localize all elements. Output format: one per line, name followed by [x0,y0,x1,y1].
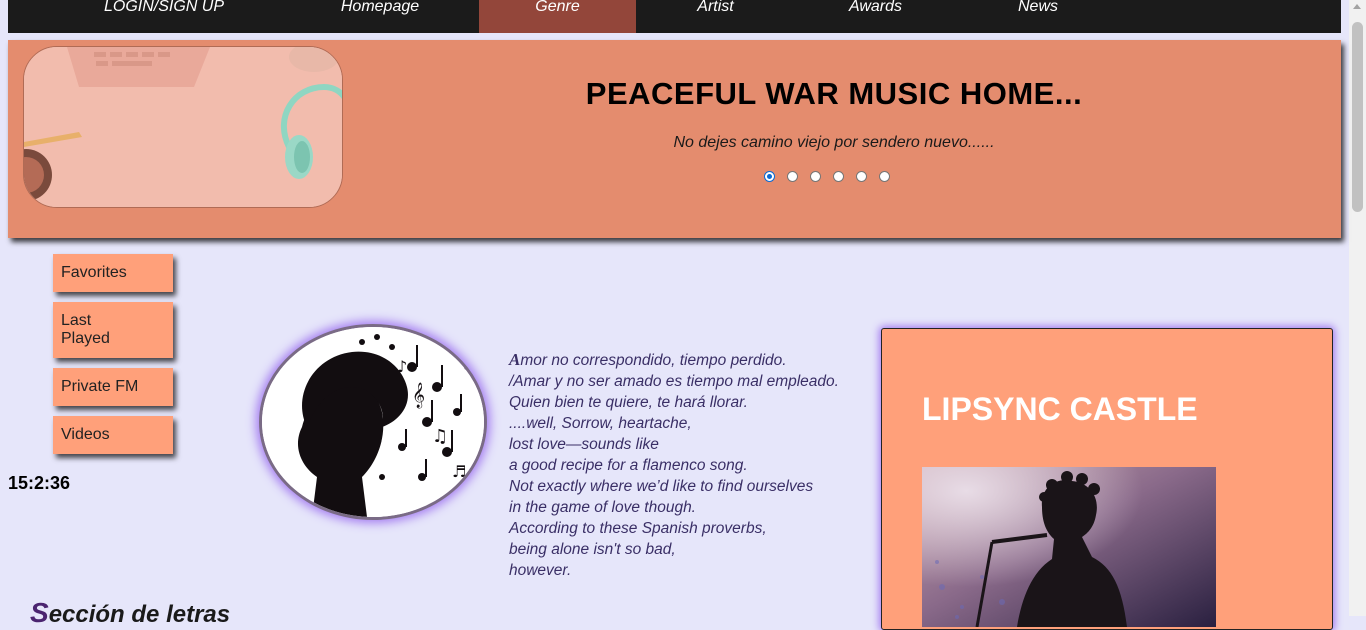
lipsync-castle-card: LIPSYNC CASTLE [881,328,1333,630]
hero-title: PEACEFUL WAR MUSIC HOME... [585,76,1083,111]
slide-radio-group [764,171,890,185]
svg-text:♫: ♫ [432,426,448,447]
scroll-thumb[interactable] [1352,22,1363,212]
nav-awards[interactable]: Awards [823,0,928,33]
singer-concert-illustration [922,467,1216,627]
sidebar-item-favorites[interactable]: Favorites [53,254,173,292]
nav-homepage[interactable]: Homepage [322,0,438,33]
sidebar-item-label: Favorites [61,264,127,281]
sidebar-item-label: Last Played [61,312,110,347]
sidebar-item-last-played[interactable]: Last Played [53,302,173,358]
poem-line: lost love—sounds like [509,436,659,453]
sidebar-item-label: Private FM [61,378,139,395]
nav-news[interactable]: News [993,0,1083,33]
sidebar-item-videos[interactable]: Videos [53,416,173,454]
scroll-up-arrow-icon[interactable] [1353,4,1361,9]
slide-radio-3[interactable] [810,171,821,182]
svg-text:𝄞: 𝄞 [412,382,425,408]
poem-text: Amor no correspondido, tiempo perdido. /… [509,349,869,581]
singer-silhouette-image [922,467,1216,627]
poem-line: Quien bien te quiere, te hará llorar. [509,394,748,411]
card-title: LIPSYNC CASTLE [922,391,1198,427]
poem-line: however. [509,562,572,579]
slide-radio-4[interactable] [833,171,844,182]
nav-login-signup[interactable]: LOGIN/SIGN UP [89,0,239,33]
sidebar-item-private-fm[interactable]: Private FM [53,368,173,406]
slide-radio-6[interactable] [879,171,890,182]
poem-line: Amor no correspondido, tiempo perdido. [509,350,787,369]
clock-display: 15:2:36 [8,473,71,493]
poem-line: being alone isn't so bad, [509,541,676,558]
poem-line: According to these Spanish proverbs, [509,520,767,537]
hero-banner: PEACEFUL WAR MUSIC HOME... No dejes cami… [8,40,1341,238]
top-nav: LOGIN/SIGN UP Homepage Genre Artist Awar… [8,0,1341,33]
poem-first-letter: A [509,350,521,369]
nav-genre[interactable]: Genre [479,0,636,33]
svg-text:♬: ♬ [452,462,466,481]
poem-line: /Amar y no ser amado es tiempo mal emple… [509,373,839,390]
nav-artist[interactable]: Artist [668,0,763,33]
silhouette-music-notes-illustration: 𝄞 ♫ ♪ ♬ [262,327,484,517]
lyrics-section-heading: Sección de letras [30,597,231,628]
page-scrollbar[interactable] [1349,0,1366,616]
poem-line: a good recipe for a flamenco song. [509,457,748,474]
music-head-image: 𝄞 ♫ ♪ ♬ [259,324,487,520]
poem-line: Not exactly where we’d like to find ours… [509,478,814,495]
slide-radio-2[interactable] [787,171,798,182]
hero-subtitle: No dejes camino viejo por sendero nuevo.… [673,134,995,151]
poem-line: in the game of love though. [509,499,696,516]
svg-text:♪: ♪ [397,357,407,376]
poem-line: ....well, Sorrow, heartache, [509,415,692,432]
desk-headphones-illustration [24,47,342,207]
sidebar-item-label: Videos [61,426,110,443]
slide-radio-1[interactable] [764,171,775,182]
hero-desk-image [23,46,343,208]
slide-radio-5[interactable] [856,171,867,182]
